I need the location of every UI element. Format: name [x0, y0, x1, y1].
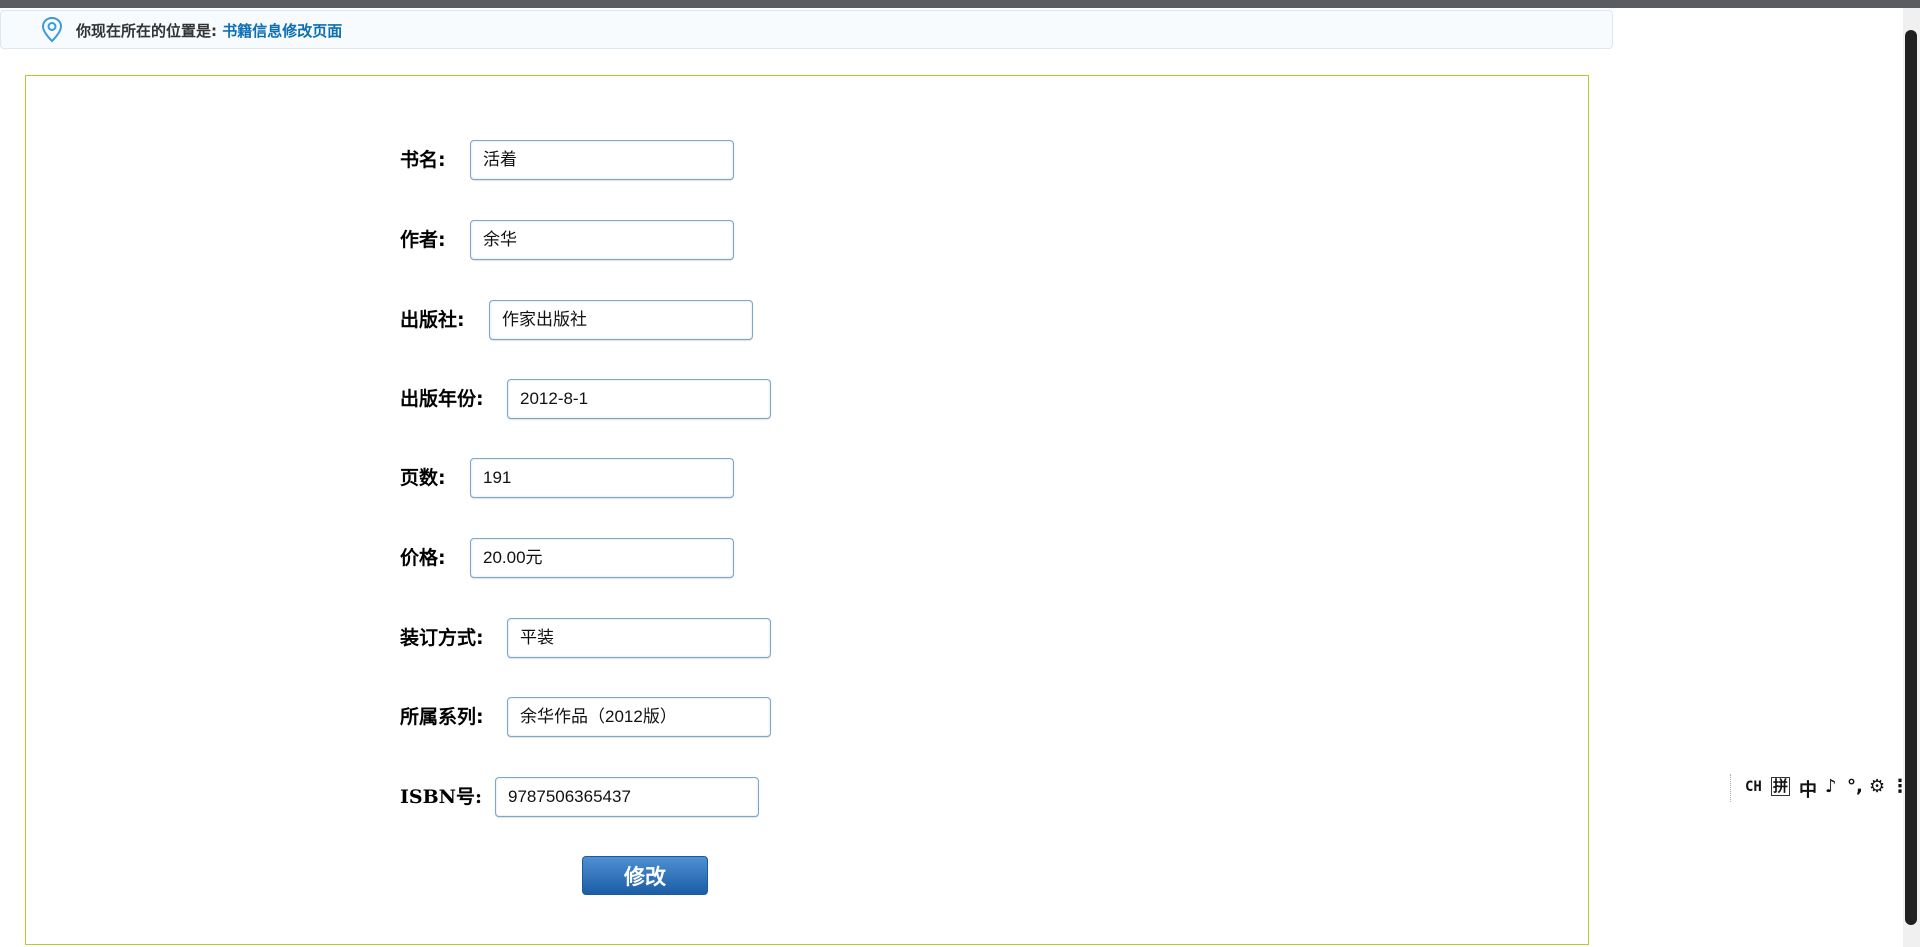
vertical-scrollbar-thumb[interactable]: [1905, 30, 1917, 925]
pages-label: 页数:: [400, 467, 446, 489]
title-label: 书名:: [400, 149, 446, 171]
ime-settings-icon[interactable]: ⚙: [1869, 776, 1885, 797]
ime-punctuation-icon[interactable]: °,: [1847, 776, 1863, 797]
ime-pinyin-icon[interactable]: 拼: [1771, 777, 1791, 796]
isbn-input[interactable]: 9787506365437: [495, 777, 759, 817]
isbn-label: ISBN号:: [400, 786, 483, 808]
publish-date-input[interactable]: 2012-8-1: [507, 379, 771, 419]
series-input[interactable]: 余华作品（2012版）: [507, 697, 771, 737]
edit-form-panel: [25, 75, 1589, 945]
binding-label: 装订方式:: [400, 627, 484, 649]
publish-date-label: 出版年份:: [400, 388, 484, 410]
price-label: 价格:: [400, 547, 446, 569]
ime-toolbar: CH 拼 中 ♪ °, ⚙ ⋮: [1730, 774, 1909, 802]
modify-button[interactable]: 修改: [582, 856, 708, 895]
title-input[interactable]: 活着: [470, 140, 734, 180]
series-label: 所属系列:: [400, 706, 484, 728]
publisher-label: 出版社:: [400, 309, 465, 331]
publisher-input[interactable]: 作家出版社: [489, 300, 753, 340]
price-input[interactable]: 20.00元: [470, 538, 734, 578]
window-top-bar: [0, 0, 1920, 8]
author-input[interactable]: 余华: [470, 220, 734, 260]
breadcrumb: 你现在所在的位置是: 书籍信息修改页面: [0, 10, 1613, 49]
ime-language-icon[interactable]: CH: [1745, 779, 1762, 795]
breadcrumb-current-page[interactable]: 书籍信息修改页面: [222, 22, 342, 40]
breadcrumb-prefix: 你现在所在的位置是:: [76, 22, 217, 40]
ime-halfwidth-icon[interactable]: ♪: [1825, 776, 1837, 797]
breadcrumb-text: 你现在所在的位置是: 书籍信息修改页面: [76, 20, 342, 41]
pages-input[interactable]: 191: [470, 458, 734, 498]
author-label: 作者:: [400, 229, 446, 251]
location-pin-icon: [41, 17, 63, 43]
binding-input[interactable]: 平装: [507, 618, 771, 658]
ime-chinese-mode-icon[interactable]: 中: [1799, 776, 1817, 802]
